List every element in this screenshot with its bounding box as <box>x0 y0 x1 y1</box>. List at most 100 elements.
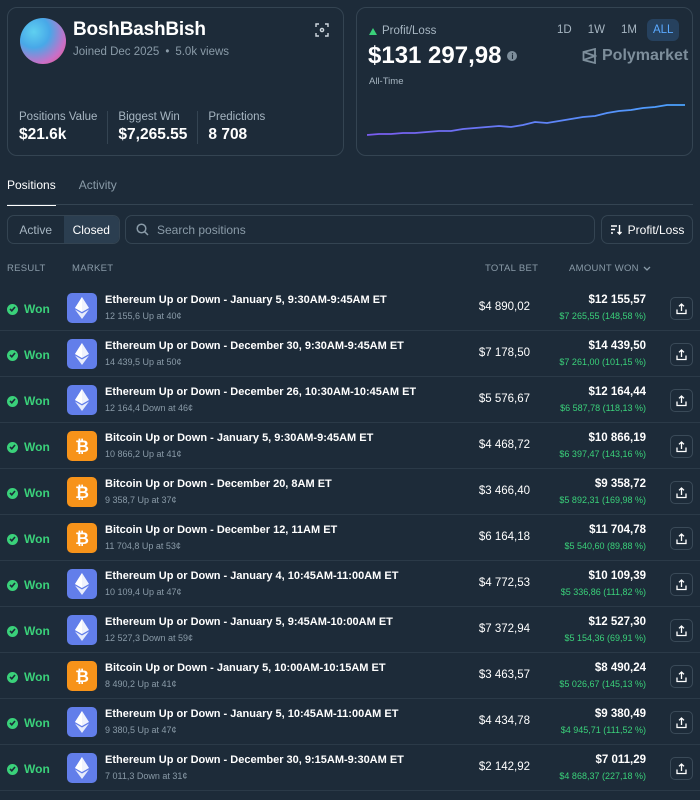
market-title[interactable]: Bitcoin Up or Down - December 12, 11AM E… <box>105 524 337 536</box>
filter-closed-button[interactable]: Closed <box>63 216 119 243</box>
total-bet: $6 164,18 <box>478 531 530 543</box>
search-input[interactable] <box>157 222 577 237</box>
stat-biggest-win: Biggest Win $7,265.55 <box>118 111 199 144</box>
check-circle-icon <box>7 303 18 315</box>
share-button[interactable] <box>670 665 693 688</box>
range-1d[interactable]: 1D <box>551 19 578 41</box>
market-title[interactable]: Bitcoin Up or Down - January 5, 10:00AM-… <box>105 662 386 674</box>
column-header-market: MARKET <box>72 263 114 274</box>
result-badge: Won <box>7 670 50 684</box>
position-pnl: $5 336,86 (111,82 %) <box>560 587 646 597</box>
result-label: Won <box>24 762 50 776</box>
pnl-label: Profit/Loss <box>369 25 436 37</box>
table-row[interactable]: Won Ethereum Up or Down - January 5, 9:4… <box>0 607 700 653</box>
pnl-amount: $131 297,98 <box>368 42 502 69</box>
tab-activity[interactable]: Activity <box>79 178 117 206</box>
check-circle-icon <box>7 533 18 545</box>
share-button[interactable] <box>670 573 693 596</box>
result-badge: Won <box>7 716 50 730</box>
profile-meta: Joined Dec 2025 • 5.0k views <box>73 46 230 58</box>
result-badge: Won <box>7 348 50 362</box>
range-1m[interactable]: 1M <box>615 19 643 41</box>
pnl-period: All-Time <box>369 76 404 87</box>
check-circle-icon <box>7 487 18 499</box>
market-title[interactable]: Ethereum Up or Down - December 30, 9:15A… <box>105 754 404 766</box>
result-badge: Won <box>7 302 50 316</box>
filter-active-button[interactable]: Active <box>8 216 64 243</box>
amount-won: $10 866,19 <box>588 432 646 444</box>
share-button[interactable] <box>670 527 693 550</box>
amount-won: $12 155,57 <box>588 294 646 306</box>
market-title[interactable]: Ethereum Up or Down - January 4, 10:45AM… <box>105 570 398 582</box>
total-bet: $4 434,78 <box>478 715 530 727</box>
market-title[interactable]: Bitcoin Up or Down - December 20, 8AM ET <box>105 478 332 490</box>
svg-text:₿: ₿ <box>75 667 89 686</box>
table-row[interactable]: Won Ethereum Up or Down - January 5, 10:… <box>0 699 700 745</box>
market-title[interactable]: Ethereum Up or Down - December 26, 10:30… <box>105 386 416 398</box>
share-button[interactable] <box>670 757 693 780</box>
search-icon <box>136 223 149 236</box>
stat-value: 8 708 <box>208 126 248 143</box>
share-button[interactable] <box>670 619 693 642</box>
sort-label: Profit/Loss <box>627 222 685 237</box>
stat-label: Positions Value <box>19 111 98 123</box>
amount-won: $9 358,72 <box>594 478 646 490</box>
market-position-detail: 10 866,2 Up at 41¢ <box>105 449 182 459</box>
share-icon <box>676 716 687 728</box>
result-badge: Won <box>7 624 50 638</box>
table-row[interactable]: Won Ethereum Up or Down - December 30, 9… <box>0 331 700 377</box>
table-row[interactable]: Won Ethereum Up or Down - December 30, 9… <box>0 745 700 791</box>
position-pnl: $5 026,67 (145,13 %) <box>559 679 646 689</box>
share-button[interactable] <box>670 435 693 458</box>
bitcoin-icon: ₿ <box>67 661 97 691</box>
expand-icon[interactable] <box>315 23 329 37</box>
market-position-detail: 7 011,3 Down at 31¢ <box>105 771 188 781</box>
status-toggle: Active Closed <box>7 215 120 244</box>
share-button[interactable] <box>670 481 693 504</box>
market-title[interactable]: Ethereum Up or Down - January 5, 9:45AM-… <box>105 616 393 628</box>
bitcoin-icon: ₿ <box>67 431 97 461</box>
total-bet: $4 772,53 <box>478 577 530 589</box>
table-row[interactable]: Won ₿ Bitcoin Up or Down - December 20, … <box>0 469 700 515</box>
share-button[interactable] <box>670 297 693 320</box>
polymarket-logo: Polymarket <box>582 47 688 65</box>
share-icon <box>676 394 687 406</box>
sort-button[interactable]: Profit/Loss <box>601 215 693 244</box>
range-selector: 1D 1W 1M ALL <box>551 19 680 41</box>
table-row[interactable]: Won Ethereum Up or Down - January 4, 10:… <box>0 561 700 607</box>
bitcoin-logo: ₿ <box>75 483 89 502</box>
share-button[interactable] <box>670 389 693 412</box>
range-all[interactable]: ALL <box>646 19 680 41</box>
market-title[interactable]: Ethereum Up or Down - January 5, 10:45AM… <box>105 708 398 720</box>
avatar <box>20 18 66 64</box>
check-circle-icon <box>7 349 18 361</box>
column-header-total-bet[interactable]: TOTAL BET <box>485 263 538 274</box>
range-1w[interactable]: 1W <box>582 19 611 41</box>
bitcoin-logo: ₿ <box>75 437 89 456</box>
table-row[interactable]: Won Ethereum Up or Down - January 5, 9:3… <box>0 285 700 331</box>
ethereum-icon <box>67 385 97 415</box>
total-bet: $4 468,72 <box>478 439 530 451</box>
info-icon[interactable]: i <box>507 51 518 61</box>
market-title[interactable]: Bitcoin Up or Down - January 5, 9:30AM-9… <box>105 432 373 444</box>
result-label: Won <box>24 394 50 408</box>
column-header-amount-won[interactable]: AMOUNT WON <box>569 263 651 274</box>
market-position-detail: 11 704,8 Up at 53¢ <box>105 541 181 551</box>
table-row[interactable]: Won Ethereum Up or Down - December 26, 1… <box>0 377 700 423</box>
tab-bar: Positions Activity <box>7 178 117 206</box>
table-row[interactable]: Won ₿ Bitcoin Up or Down - January 5, 9:… <box>0 423 700 469</box>
table-row[interactable]: Won ₿ Bitcoin Up or Down - December 12, … <box>0 515 700 561</box>
share-button[interactable] <box>670 711 693 734</box>
table-row[interactable]: Won ₿ Bitcoin Up or Down - January 5, 10… <box>0 653 700 699</box>
share-button[interactable] <box>670 343 693 366</box>
market-title[interactable]: Ethereum Up or Down - December 30, 9:30A… <box>105 340 404 352</box>
result-label: Won <box>24 302 50 316</box>
ethereum-logo <box>75 343 89 365</box>
bitcoin-icon: ₿ <box>67 477 97 507</box>
stat-value: $21.6k <box>19 126 67 143</box>
market-title[interactable]: Ethereum Up or Down - January 5, 9:30AM-… <box>105 294 387 306</box>
amount-won: $11 704,78 <box>589 524 646 536</box>
amount-won: $12 527,30 <box>588 616 646 628</box>
tab-positions[interactable]: Positions <box>7 178 56 206</box>
market-position-detail: 12 155,6 Up at 40¢ <box>105 311 182 321</box>
